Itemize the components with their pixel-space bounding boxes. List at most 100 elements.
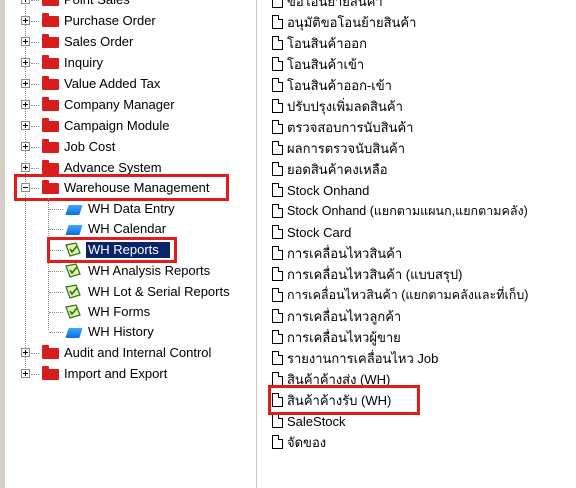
- document-icon: [272, 57, 283, 71]
- red-folder-icon: [42, 345, 59, 359]
- document-icon: [272, 162, 283, 176]
- tree-item-wh-data-entry[interactable]: WH Data Entry: [0, 199, 250, 219]
- red-folder-icon: [42, 76, 59, 90]
- expand-icon[interactable]: [21, 16, 30, 25]
- tree-connector: [49, 312, 63, 313]
- report-item-label: ตรวจสอบการนับสินค้า: [287, 120, 414, 135]
- tree-item-import-export[interactable]: Import and Export: [0, 364, 250, 384]
- expand-icon[interactable]: [21, 79, 30, 88]
- document-icon: [272, 183, 283, 197]
- module-tree: Point Sales Purchase Order Sales Order I…: [0, 0, 257, 488]
- tree-item-wh-lot-serial-reports[interactable]: WH Lot & Serial Reports: [0, 282, 250, 302]
- tree-item-label: Campaign Module: [64, 118, 170, 133]
- tree-item-inquiry[interactable]: Inquiry: [0, 53, 250, 73]
- tree-item-label: WH History: [88, 324, 154, 339]
- document-icon: [272, 351, 283, 365]
- expand-icon[interactable]: [21, 37, 30, 46]
- tree-item-purchase-order[interactable]: Purchase Order: [0, 11, 250, 31]
- report-item-label: Stock Onhand: [287, 183, 370, 198]
- report-icon: [65, 304, 81, 319]
- document-icon: [272, 0, 283, 8]
- report-item-label: อนุมัติขอโอนย้ายสินค้า: [287, 15, 417, 30]
- tree-connector: [49, 229, 63, 230]
- expand-icon[interactable]: [21, 369, 30, 378]
- tree-connector: [31, 42, 39, 43]
- tree-connector: [49, 271, 63, 272]
- report-list: ขอโอนย้ายสินค้า อนุมัติขอโอนย้ายสินค้า โ…: [266, 0, 576, 488]
- expand-icon[interactable]: [21, 100, 30, 109]
- document-icon: [272, 120, 283, 134]
- blue-folder-icon: [65, 225, 83, 235]
- red-folder-icon: [42, 55, 59, 69]
- report-item-label: การเคลื่อนไหวสินค้า (แบบสรุป): [287, 267, 463, 282]
- document-icon: [272, 414, 283, 428]
- tree-item-value-added-tax[interactable]: Value Added Tax: [0, 74, 250, 94]
- tree-item-label: Job Cost: [64, 139, 116, 154]
- tree-item-label: Company Manager: [64, 97, 175, 112]
- expand-icon[interactable]: [21, 348, 30, 357]
- tree-item-wh-calendar[interactable]: WH Calendar: [0, 219, 250, 239]
- tree-item-point-sales[interactable]: Point Sales: [0, 0, 250, 10]
- document-icon: [272, 141, 283, 155]
- tree-item-label: Value Added Tax: [64, 76, 161, 91]
- tree-connector: [31, 0, 39, 1]
- tree-connector: [31, 126, 39, 127]
- tree-item-sales-order[interactable]: Sales Order: [0, 32, 250, 52]
- document-icon: [272, 36, 283, 50]
- red-folder-icon: [42, 97, 59, 111]
- tree-item-company-manager[interactable]: Company Manager: [0, 95, 250, 115]
- tree-connector: [31, 374, 39, 375]
- report-item-label: Stock Onhand (แยกตามแผนก,แยกตามคลัง): [287, 204, 528, 218]
- expand-icon[interactable]: [21, 142, 30, 151]
- tree-connector: [31, 84, 39, 85]
- red-folder-icon: [42, 160, 59, 174]
- document-icon: [272, 99, 283, 113]
- tree-connector: [31, 63, 39, 64]
- tree-item-label: Sales Order: [64, 34, 134, 49]
- report-item-label: โอนสินค้าออก: [287, 36, 367, 51]
- tree-connector: [31, 147, 39, 148]
- report-item-label: โอนสินค้าเข้า: [287, 57, 365, 72]
- tree-connector: [49, 332, 63, 333]
- report-item-label: รายงานการเคลื่อนไหว Job: [287, 351, 439, 366]
- report-item-label: การเคลื่อนไหวลูกค้า: [287, 309, 402, 324]
- report-item-label: Stock Card: [287, 225, 352, 240]
- tree-item-audit-internal-control[interactable]: Audit and Internal Control: [0, 343, 250, 363]
- document-icon: [272, 246, 283, 260]
- expand-icon[interactable]: [21, 0, 30, 4]
- tree-item-job-cost[interactable]: Job Cost: [0, 137, 250, 157]
- tree-item-label: WH Data Entry: [88, 201, 175, 216]
- highlight-warehouse-management: [14, 174, 229, 201]
- document-icon: [272, 288, 283, 302]
- document-icon: [272, 267, 283, 281]
- expand-icon[interactable]: [21, 58, 30, 67]
- tree-item-label: Point Sales: [64, 0, 130, 10]
- tree-item-campaign-module[interactable]: Campaign Module: [0, 116, 250, 136]
- expand-icon[interactable]: [21, 121, 30, 130]
- document-icon: [272, 15, 283, 29]
- report-item-label: การเคลื่อนไหวผู้ขาย: [287, 330, 401, 345]
- document-icon: [272, 204, 283, 218]
- highlight-wh-reports: [47, 237, 177, 263]
- report-item-label: โอนสินค้าออก-เข้า: [287, 78, 392, 93]
- tree-item-label: WH Analysis Reports: [88, 263, 211, 278]
- tree-connector: [31, 168, 39, 169]
- tree-item-label: Inquiry: [64, 55, 104, 70]
- tree-item-wh-forms[interactable]: WH Forms: [0, 302, 250, 322]
- tree-connector: [31, 353, 39, 354]
- tree-item-label: WH Lot & Serial Reports: [88, 284, 230, 299]
- tree-item-wh-history[interactable]: WH History: [0, 322, 250, 342]
- report-item-label: ปรับปรุงเพิ่มลดสินค้า: [287, 99, 403, 114]
- expand-icon[interactable]: [21, 163, 30, 172]
- red-folder-icon: [42, 34, 59, 48]
- tree-item-wh-analysis-reports[interactable]: WH Analysis Reports: [0, 261, 250, 281]
- document-icon: [272, 78, 283, 92]
- document-icon: [272, 435, 283, 449]
- red-folder-icon: [42, 366, 59, 380]
- highlight-outstanding-receive: [268, 385, 420, 415]
- tree-connector: [31, 21, 39, 22]
- tree-item-label: Audit and Internal Control: [64, 345, 212, 360]
- report-item-label: ยอดสินค้าคงเหลือ: [287, 162, 388, 177]
- report-item-label: การเคลื่อนไหวสินค้า: [287, 246, 403, 261]
- tree-item-label: WH Calendar: [88, 221, 167, 236]
